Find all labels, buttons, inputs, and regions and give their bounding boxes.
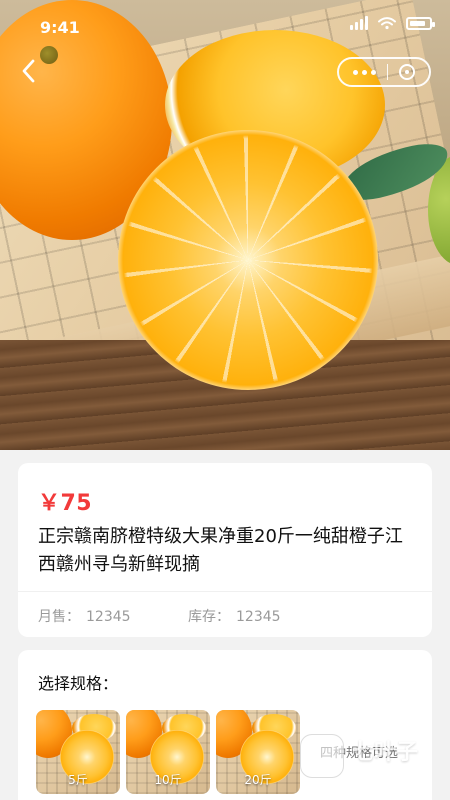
product-title: 正宗赣南脐橙特级大果净重20斤一纯甜橙子江西赣州寻乌新鲜现摘 xyxy=(38,526,403,575)
info-divider xyxy=(18,591,432,592)
stock-value: 12345 xyxy=(236,609,281,625)
battery-fill xyxy=(410,20,426,26)
spec-option[interactable]: 5斤 xyxy=(36,710,120,794)
more-dots-icon[interactable] xyxy=(353,69,376,75)
chevron-left-icon xyxy=(22,59,35,83)
status-time: 9:41 xyxy=(40,18,80,37)
spec-option[interactable]: 20斤 xyxy=(216,710,300,794)
orange-segments xyxy=(118,130,378,390)
watermark-logo-icon xyxy=(300,734,344,778)
spec-title: 选择规格： xyxy=(38,674,119,693)
stock: 库存： 12345 xyxy=(188,606,281,626)
monthly-sales: 月售： 12345 xyxy=(38,606,131,626)
watermark-brand: 七叶子 xyxy=(352,740,419,765)
product-info-card: ￥75 正宗赣南脐橙特级大果净重20斤一纯甜橙子江西赣州寻乌新鲜现摘 月售： 12… xyxy=(18,463,432,637)
sales-label: 月售： xyxy=(38,609,80,625)
capsule-divider xyxy=(387,64,388,80)
battery-icon xyxy=(406,16,435,30)
target-icon[interactable] xyxy=(399,64,415,80)
status-bar: 9:41 xyxy=(0,0,450,48)
back-button[interactable] xyxy=(14,56,44,86)
spec-option-label: 5斤 xyxy=(68,773,88,787)
sales-value: 12345 xyxy=(86,609,131,625)
watermark-site: 7YZ.COM xyxy=(360,764,416,778)
wifi-icon xyxy=(378,17,396,30)
mini-program-capsule[interactable] xyxy=(337,57,431,87)
signal-icon xyxy=(350,16,368,30)
spec-option[interactable]: 10斤 xyxy=(126,710,210,794)
spec-option-label: 10斤 xyxy=(154,773,182,787)
product-price: ￥75 xyxy=(38,491,93,516)
product-detail-page: 9:41 ￥75 正宗赣南脐橙特级大果净重20斤一纯甜橙子江西赣州寻乌新鲜现摘 … xyxy=(0,0,450,800)
watermark: 七叶子 7YZ.COM xyxy=(300,728,440,790)
stock-label: 库存： xyxy=(188,609,230,625)
status-icons xyxy=(350,16,435,30)
spec-option-label: 20斤 xyxy=(244,773,272,787)
spec-options: 5斤 10斤 20斤 xyxy=(36,710,300,794)
